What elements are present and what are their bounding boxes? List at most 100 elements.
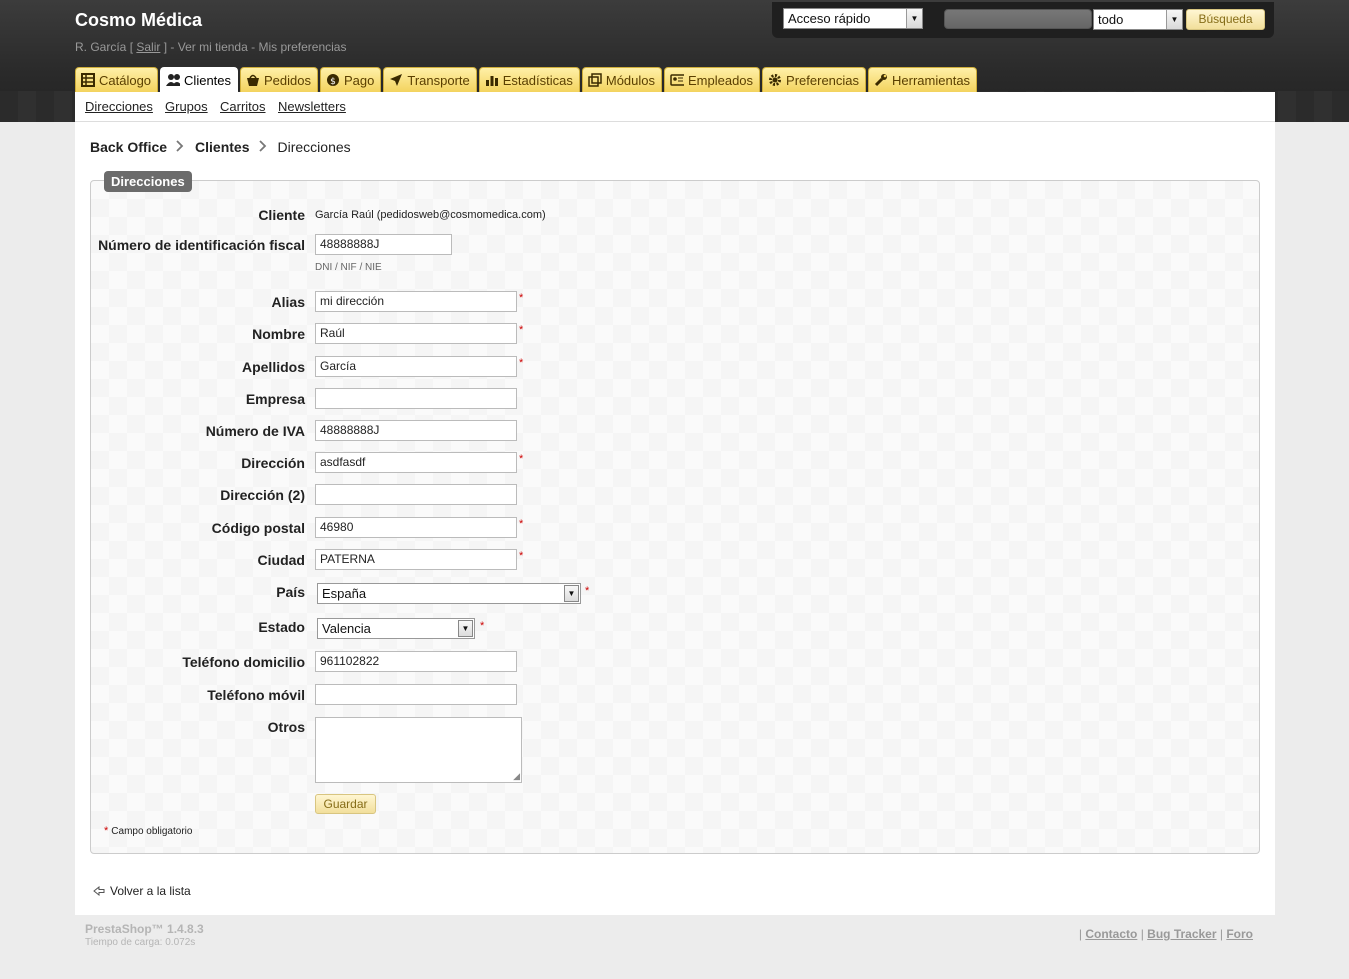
shop-name: Cosmo Médica xyxy=(75,10,203,30)
address1-label: Dirección xyxy=(241,455,305,471)
mobile-field[interactable] xyxy=(315,684,517,705)
resize-grip-icon[interactable]: ◢ xyxy=(513,772,520,781)
state-select[interactable]: Valencia ▼ xyxy=(317,618,475,639)
breadcrumb-item[interactable]: Back Office xyxy=(90,139,167,155)
load-time-text: Tiempo de carga: 0.072s xyxy=(85,937,196,948)
tab-label: Estadísticas xyxy=(502,72,573,88)
breadcrumb-current: Direcciones xyxy=(277,139,351,155)
address1-field[interactable]: asdfasdf xyxy=(315,452,517,473)
required-mark: * xyxy=(519,453,524,465)
city-field[interactable]: PATERNA xyxy=(315,549,517,570)
dni-label: Número de identificación fiscal xyxy=(98,237,305,253)
postcode-field[interactable]: 46980 xyxy=(315,517,517,538)
lastname-label: Apellidos xyxy=(241,359,305,375)
required-mark: * xyxy=(519,292,524,304)
tab-employees[interactable]: Empleados xyxy=(664,67,761,92)
alias-label: Alias xyxy=(271,294,305,310)
other-label: Otros xyxy=(267,719,305,735)
country-label: País xyxy=(276,584,305,600)
contact-link[interactable]: Contacto xyxy=(1085,927,1137,941)
company-field[interactable] xyxy=(315,388,517,409)
address2-field[interactable] xyxy=(315,484,517,505)
quick-access-select[interactable]: Acceso rápido ▼ xyxy=(783,8,923,29)
chevron-down-icon: ▼ xyxy=(458,620,473,637)
company-label: Empresa xyxy=(245,391,305,407)
view-shop-link[interactable]: Ver mi tienda xyxy=(178,40,248,54)
back-arrow-icon xyxy=(93,886,105,896)
tab-label: Preferencias xyxy=(786,72,860,88)
search-type-value: todo xyxy=(1098,12,1124,27)
search-button[interactable]: Búsqueda xyxy=(1186,9,1265,30)
save-button[interactable]: Guardar xyxy=(315,794,376,814)
country-value: España xyxy=(322,586,367,601)
employees-icon xyxy=(670,73,684,87)
vat-field[interactable]: 48888888J xyxy=(315,420,517,441)
content: Back Office Clientes Direcciones Direcci… xyxy=(75,122,1275,915)
subtab-groups[interactable]: Grupos xyxy=(165,99,208,114)
modules-icon xyxy=(588,73,602,87)
tab-stats[interactable]: Estadísticas xyxy=(478,67,580,92)
user-name: R. García xyxy=(75,40,127,54)
bug-tracker-link[interactable]: Bug Tracker xyxy=(1147,927,1216,941)
tab-payment[interactable]: $ Pago xyxy=(320,67,382,92)
state-label: Estado xyxy=(258,619,305,635)
required-mark: * xyxy=(480,620,485,632)
quick-search-box: Acceso rápido ▼ todo ▼ Búsqueda xyxy=(772,2,1274,38)
subtab-carts[interactable]: Carritos xyxy=(220,99,266,114)
address2-label: Dirección (2) xyxy=(220,487,305,503)
country-select[interactable]: España ▼ xyxy=(317,583,581,604)
dni-field[interactable]: 48888888J xyxy=(315,234,452,255)
tab-tools[interactable]: Herramientas xyxy=(868,67,978,92)
forum-link[interactable]: Foro xyxy=(1226,927,1253,941)
alias-field[interactable]: mi dirección xyxy=(315,291,517,312)
tab-customers[interactable]: Clientes xyxy=(160,67,239,92)
tab-label: Pago xyxy=(344,72,375,88)
required-mark: * xyxy=(104,825,109,837)
customers-icon xyxy=(166,73,181,87)
stats-icon xyxy=(485,73,499,87)
chevron-down-icon: ▼ xyxy=(906,9,922,28)
breadcrumb-item[interactable]: Clientes xyxy=(195,139,249,155)
required-mark: * xyxy=(519,357,524,369)
back-to-list-link[interactable]: Volver a la lista xyxy=(93,884,191,898)
chevron-down-icon: ▼ xyxy=(1166,10,1182,29)
gear-icon xyxy=(768,73,782,87)
tab-label: Catálogo xyxy=(99,72,152,88)
customer-value: García Raúl (pedidosweb@cosmomedica.com) xyxy=(315,209,546,221)
required-mark: * xyxy=(519,518,524,530)
chevron-down-icon: ▼ xyxy=(564,585,579,602)
form-legend: Direcciones xyxy=(104,171,192,192)
chevron-right-icon xyxy=(176,139,186,155)
firstname-field[interactable]: Raúl xyxy=(315,323,517,344)
other-textarea[interactable]: ◢ xyxy=(315,717,522,783)
phone-field[interactable]: 961102822 xyxy=(315,651,517,672)
tab-preferences[interactable]: Preferencias xyxy=(762,67,867,92)
footer-links: | Contacto | Bug Tracker | Foro xyxy=(1078,927,1253,941)
search-input[interactable] xyxy=(944,9,1092,29)
user-line: R. García [ Salir ] - Ver mi tienda - Mi… xyxy=(75,40,347,54)
svg-text:$: $ xyxy=(330,77,336,87)
payment-icon: $ xyxy=(326,73,340,87)
tab-label: Herramientas xyxy=(892,72,971,88)
tab-label: Clientes xyxy=(184,72,232,88)
tab-orders[interactable]: Pedidos xyxy=(240,67,318,92)
tab-label: Empleados xyxy=(688,72,754,88)
tab-shipping[interactable]: Transporte xyxy=(383,67,477,92)
orders-icon xyxy=(246,73,260,87)
my-preferences-link[interactable]: Mis preferencias xyxy=(258,40,346,54)
phone-label: Teléfono domicilio xyxy=(182,654,305,670)
main-tabs: Catálogo Clientes Pedidos $ Pago Transpo… xyxy=(75,67,979,92)
tab-catalog[interactable]: Catálogo xyxy=(75,67,159,92)
footer: PrestaShop™ 1.4.8.3 Tiempo de carga: 0.0… xyxy=(75,915,1275,955)
logout-link[interactable]: Salir xyxy=(136,40,160,54)
search-type-select[interactable]: todo ▼ xyxy=(1093,9,1183,30)
version-text: PrestaShop™ 1.4.8.3 xyxy=(85,922,204,936)
subtab-addresses[interactable]: Direcciones xyxy=(85,99,153,114)
subtab-newsletters[interactable]: Newsletters xyxy=(278,99,346,114)
address-form: Direcciones Cliente García Raúl (pedidos… xyxy=(90,171,1260,854)
required-note-text: Campo obligatorio xyxy=(111,826,193,837)
tab-label: Módulos xyxy=(605,72,655,88)
tab-modules[interactable]: Módulos xyxy=(581,67,662,92)
lastname-field[interactable]: García xyxy=(315,356,517,377)
required-mark: * xyxy=(519,324,524,336)
